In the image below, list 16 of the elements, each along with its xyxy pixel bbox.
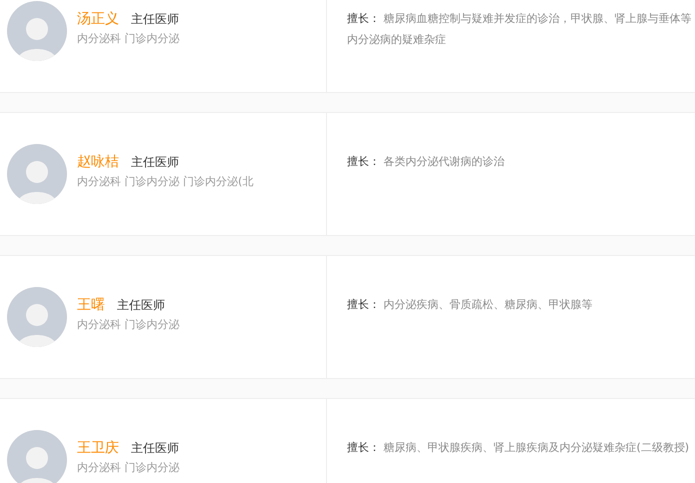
doctor-title: 主任医师 (131, 154, 179, 171)
doctor-name[interactable]: 王卫庆 (77, 439, 119, 457)
specialty-text: 擅长： 各类内分泌代谢病的诊治 (347, 154, 506, 170)
department-text: 内分泌科 门诊内分泌 门诊内分泌(北 (77, 174, 254, 189)
specialty-text: 擅长： 糖尿病血糖控制与疑难并发症的诊治，甲状腺、肾上腺与垂体等内分泌病的疑难杂症 (347, 11, 692, 48)
department-text: 内分泌科 门诊内分泌 (77, 317, 180, 332)
doctor-title: 主任医师 (131, 11, 179, 28)
doctor-name[interactable]: 王曙 (77, 296, 105, 314)
department-text: 内分泌科 门诊内分泌 (77, 460, 180, 475)
doctor-title: 主任医师 (131, 440, 179, 457)
specialty-text: 擅长： 糖尿病、甲状腺疾病、肾上腺疾病及内分泌疑难杂症(二级教授) (347, 440, 690, 456)
doctor-name[interactable]: 赵咏桔 (77, 153, 119, 171)
doctor-title: 主任医师 (117, 297, 165, 314)
specialty-text: 擅长： 内分泌疾病、骨质疏松、糖尿病、甲状腺等 (347, 297, 594, 313)
department-text: 内分泌科 门诊内分泌 (77, 31, 180, 46)
doctor-name[interactable]: 汤正义 (77, 10, 119, 28)
